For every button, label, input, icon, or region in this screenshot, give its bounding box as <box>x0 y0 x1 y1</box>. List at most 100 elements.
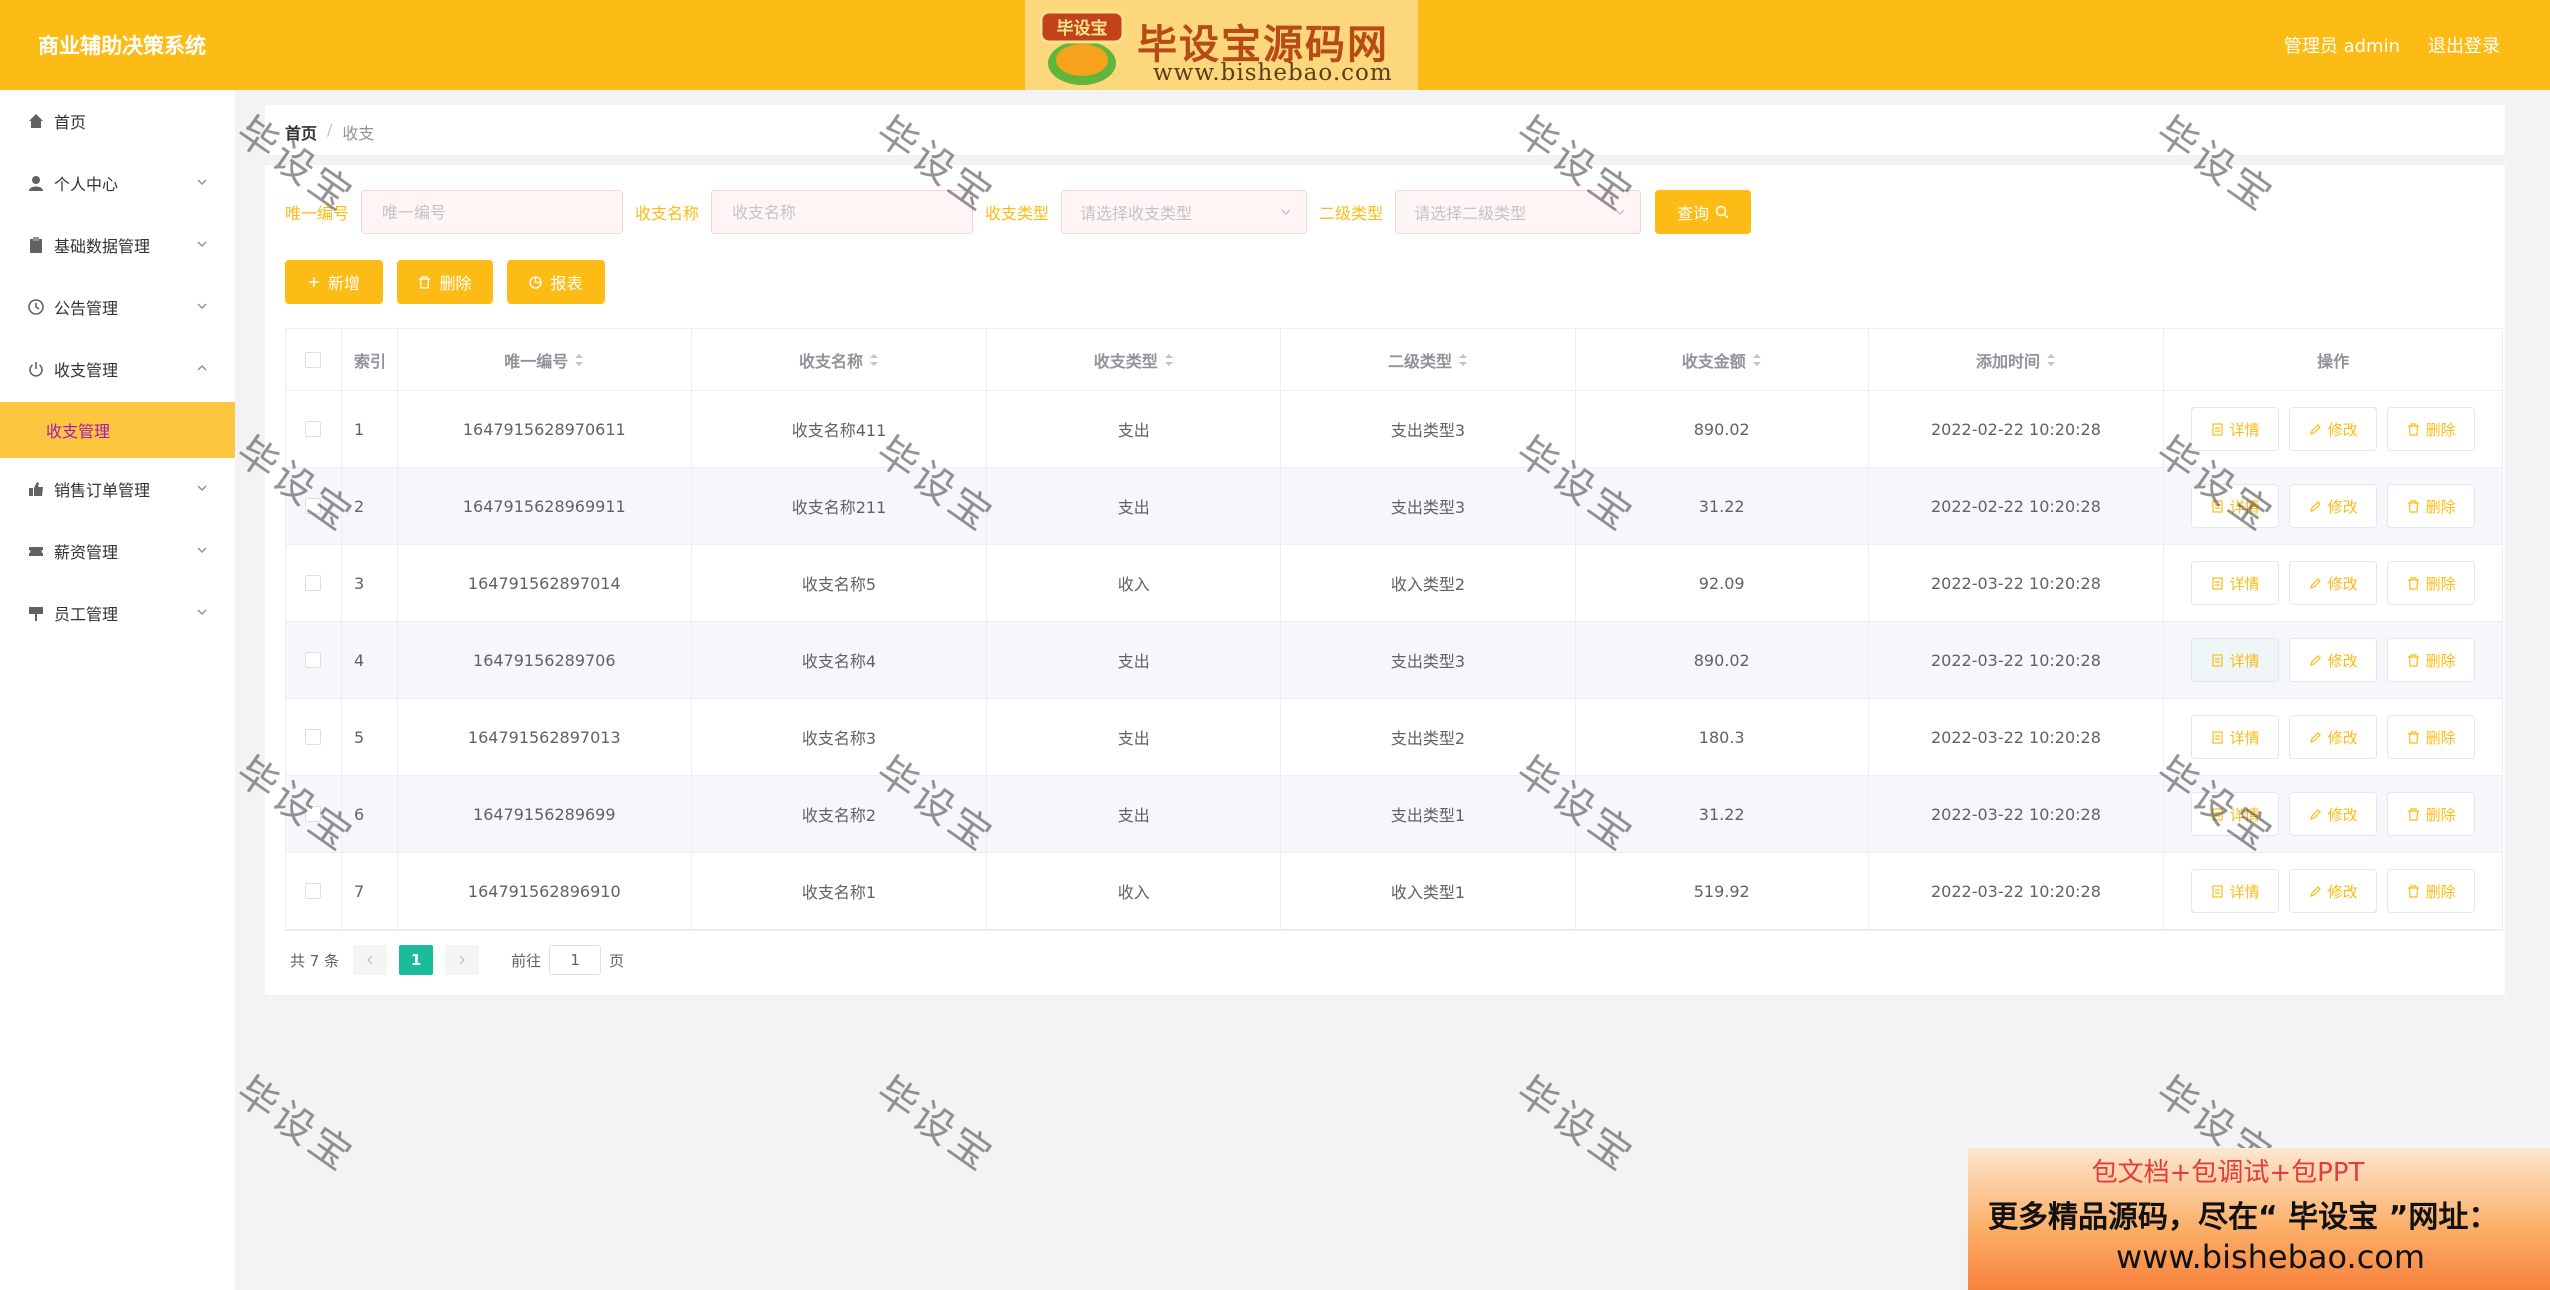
header-name[interactable]: 收支名称 <box>692 329 988 390</box>
add-button[interactable]: 新增 <box>285 260 383 304</box>
delete-button[interactable]: 删除 <box>2387 869 2476 913</box>
chevron-down-icon <box>197 609 207 616</box>
detail-button[interactable]: 详情 <box>2191 792 2280 836</box>
table-row[interactable]: 4 16479156289706 收支名称4 支出 支出类型3 890.02 2022-03… <box>286 622 2502 699</box>
detail-label: 详情 <box>2229 728 2260 747</box>
logout-link[interactable]: 退出登录 <box>2428 32 2500 58</box>
chevron-up-icon <box>197 364 207 371</box>
edit-button[interactable]: 修改 <box>2289 638 2378 682</box>
delete-button[interactable]: 删除 <box>2387 407 2476 451</box>
chevron-down-icon <box>197 547 207 554</box>
cell-time: 2022-03-22 10:20:28 <box>1869 699 2165 775</box>
edit-button[interactable]: 修改 <box>2289 715 2378 759</box>
document-icon <box>2212 422 2223 436</box>
sidebar-item-home[interactable]: 首页 <box>0 90 235 152</box>
watermark-text: 毕设宝 <box>1507 1068 1643 1182</box>
row-checkbox[interactable] <box>305 652 322 668</box>
sort-icon <box>575 353 584 366</box>
delete-label: 删除 <box>2425 651 2456 670</box>
header-amount[interactable]: 收支金额 <box>1576 329 1869 390</box>
logo-url: www.bishebao.com <box>1153 60 1393 86</box>
cell-sub: 收入类型1 <box>1281 853 1576 929</box>
submenu-item-finance-manage[interactable]: 收支管理 <box>0 402 235 458</box>
delete-button[interactable]: 删除 <box>2387 484 2476 528</box>
sidebar-item-employee[interactable]: 员工管理 <box>0 582 235 644</box>
prev-page-button[interactable] <box>353 945 388 975</box>
action-toolbar: 新增 删除 报表 <box>285 260 605 304</box>
delete-button[interactable]: 删除 <box>2387 638 2476 682</box>
header-no[interactable]: 唯一编号 <box>398 329 692 390</box>
edit-button[interactable]: 修改 <box>2289 484 2378 528</box>
detail-label: 详情 <box>2229 574 2260 593</box>
sidebar-item-basic-data[interactable]: 基础数据管理 <box>0 214 235 276</box>
cell-amount: 31.22 <box>1576 776 1869 852</box>
cell-no: 16479156289706 <box>398 622 692 698</box>
header-time[interactable]: 添加时间 <box>1869 329 2165 390</box>
table-row[interactable]: 7 164791562896910 收支名称1 收入 收入类型1 519.92 2022-0… <box>286 853 2502 930</box>
ad-line-2: 更多精品源码，尽在“ 毕设宝 ”网址： <box>1988 1200 2499 1235</box>
table-row[interactable]: 1 1647915628970611 收支名称411 支出 支出类型3 890.02 202… <box>286 391 2502 468</box>
delete-button[interactable]: 删除 <box>2387 792 2476 836</box>
edit-button[interactable]: 修改 <box>2289 869 2378 913</box>
no-input[interactable] <box>361 190 624 234</box>
select-all-checkbox[interactable] <box>305 351 322 368</box>
table-row[interactable]: 3 164791562897014 收支名称5 收入 收入类型2 92.09 2022-03… <box>286 545 2502 622</box>
row-checkbox[interactable] <box>305 729 322 745</box>
row-checkbox[interactable] <box>305 806 322 822</box>
detail-button[interactable]: 详情 <box>2191 638 2280 682</box>
cell-type: 支出 <box>987 776 1282 852</box>
goto-page-input[interactable] <box>549 945 602 975</box>
row-checkbox-cell <box>286 699 342 775</box>
user-label[interactable]: 管理员 admin <box>2284 32 2400 58</box>
sidebar-item-notice[interactable]: 公告管理 <box>0 276 235 338</box>
detail-label: 详情 <box>2229 882 2260 901</box>
breadcrumb-home[interactable]: 首页 <box>285 120 317 144</box>
sidebar-item-label: 员工管理 <box>54 605 119 624</box>
sidebar-item-finance[interactable]: 收支管理 <box>0 338 235 400</box>
chevron-down-icon <box>1281 209 1291 215</box>
row-checkbox-cell <box>286 622 342 698</box>
header-sub[interactable]: 二级类型 <box>1281 329 1576 390</box>
query-button[interactable]: 查询 <box>1655 190 1752 234</box>
header-type[interactable]: 收支类型 <box>987 329 1282 390</box>
cell-type: 收入 <box>987 853 1282 929</box>
cell-index: 6 <box>342 776 398 852</box>
next-page-button[interactable] <box>445 945 480 975</box>
breadcrumb-separator: / <box>327 120 333 139</box>
document-icon <box>2212 884 2223 898</box>
row-checkbox[interactable] <box>305 421 322 437</box>
report-label: 报表 <box>550 274 583 293</box>
page-number-current[interactable]: 1 <box>399 945 434 975</box>
delete-button[interactable]: 删除 <box>2387 715 2476 759</box>
sidebar-item-sales-order[interactable]: 销售订单管理 <box>0 458 235 520</box>
cell-sub: 支出类型3 <box>1281 622 1576 698</box>
edit-button[interactable]: 修改 <box>2289 407 2378 451</box>
row-checkbox[interactable] <box>305 575 322 591</box>
table-row[interactable]: 2 1647915628969911 收支名称211 支出 支出类型3 31.22 2022… <box>286 468 2502 545</box>
delete-label: 删除 <box>2425 420 2456 439</box>
cell-amount: 31.22 <box>1576 468 1869 544</box>
sidebar-item-salary[interactable]: 薪资管理 <box>0 520 235 582</box>
detail-button[interactable]: 详情 <box>2191 715 2280 759</box>
table-row[interactable]: 5 164791562897013 收支名称3 支出 支出类型2 180.3 2022-03… <box>286 699 2502 776</box>
edit-button[interactable]: 修改 <box>2289 792 2378 836</box>
table-row[interactable]: 6 16479156289699 收支名称2 支出 支出类型1 31.22 2022-03-… <box>286 776 2502 853</box>
detail-button[interactable]: 详情 <box>2191 869 2280 913</box>
sidebar-item-profile[interactable]: 个人中心 <box>0 152 235 214</box>
name-input[interactable] <box>711 190 974 234</box>
row-checkbox[interactable] <box>305 883 322 899</box>
delete-button[interactable]: 删除 <box>2387 561 2476 605</box>
detail-button[interactable]: 详情 <box>2191 484 2280 528</box>
type-select-placeholder: 请选择收支类型 <box>1080 204 1193 223</box>
report-button[interactable]: 报表 <box>507 260 605 304</box>
edit-button[interactable]: 修改 <box>2289 561 2378 605</box>
detail-button[interactable]: 详情 <box>2191 561 2280 605</box>
row-checkbox[interactable] <box>305 498 322 514</box>
sub-select[interactable]: 请选择二级类型 <box>1395 190 1642 234</box>
batch-delete-button[interactable]: 删除 <box>397 260 493 304</box>
cell-index: 3 <box>342 545 398 621</box>
cell-no: 1647915628969911 <box>398 468 692 544</box>
type-select[interactable]: 请选择收支类型 <box>1061 190 1308 234</box>
detail-button[interactable]: 详情 <box>2191 407 2280 451</box>
cell-time: 2022-02-22 10:20:28 <box>1869 468 2165 544</box>
